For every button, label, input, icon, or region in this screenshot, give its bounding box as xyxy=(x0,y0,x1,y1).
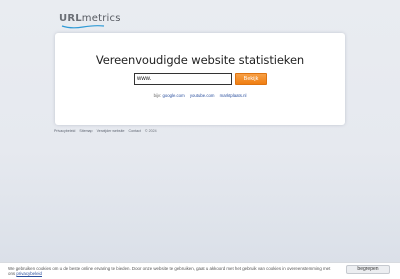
logo-metrics-text: metrics xyxy=(81,13,121,24)
example-link-youtube[interactable]: youtube.com xyxy=(190,93,215,98)
examples-prefix: bijv: xyxy=(153,93,162,98)
cookie-text: We gebruiken cookies om u de beste onlin… xyxy=(8,266,331,277)
cookie-notice: We gebruiken cookies om u de beste onlin… xyxy=(8,266,338,277)
example-link-google[interactable]: google.com xyxy=(162,93,184,98)
logo-url-text: URL xyxy=(59,13,82,24)
footer-nav: Privacybeleid Sitemap Verwijder website … xyxy=(54,129,157,134)
example-link-marktplaats[interactable]: marktplaats.nl xyxy=(220,93,247,98)
search-input[interactable] xyxy=(134,73,232,85)
search-form: Bekijk xyxy=(134,73,267,85)
site-logo[interactable]: URL metrics xyxy=(59,13,121,29)
cookie-privacy-link[interactable]: privacybeleid xyxy=(16,271,42,276)
search-card: Vereenvoudigde website statistieken Beki… xyxy=(55,33,345,125)
logo-swoosh-icon xyxy=(61,25,105,29)
footer-link-remove-website[interactable]: Verwijder website xyxy=(97,129,125,134)
footer-link-contact[interactable]: Contact xyxy=(129,129,141,134)
footer-copyright: © 2024 xyxy=(144,129,157,133)
example-links: bijv: google.com youtube.com marktplaats… xyxy=(55,93,345,98)
footer-link-privacy[interactable]: Privacybeleid xyxy=(54,129,75,134)
search-button[interactable]: Bekijk xyxy=(235,73,267,85)
cookie-accept-button[interactable]: begrepen xyxy=(346,265,390,274)
cookie-banner: We gebruiken cookies om u de beste onlin… xyxy=(0,262,400,279)
footer-link-sitemap[interactable]: Sitemap xyxy=(79,129,92,134)
page-title: Vereenvoudigde website statistieken xyxy=(95,53,305,67)
